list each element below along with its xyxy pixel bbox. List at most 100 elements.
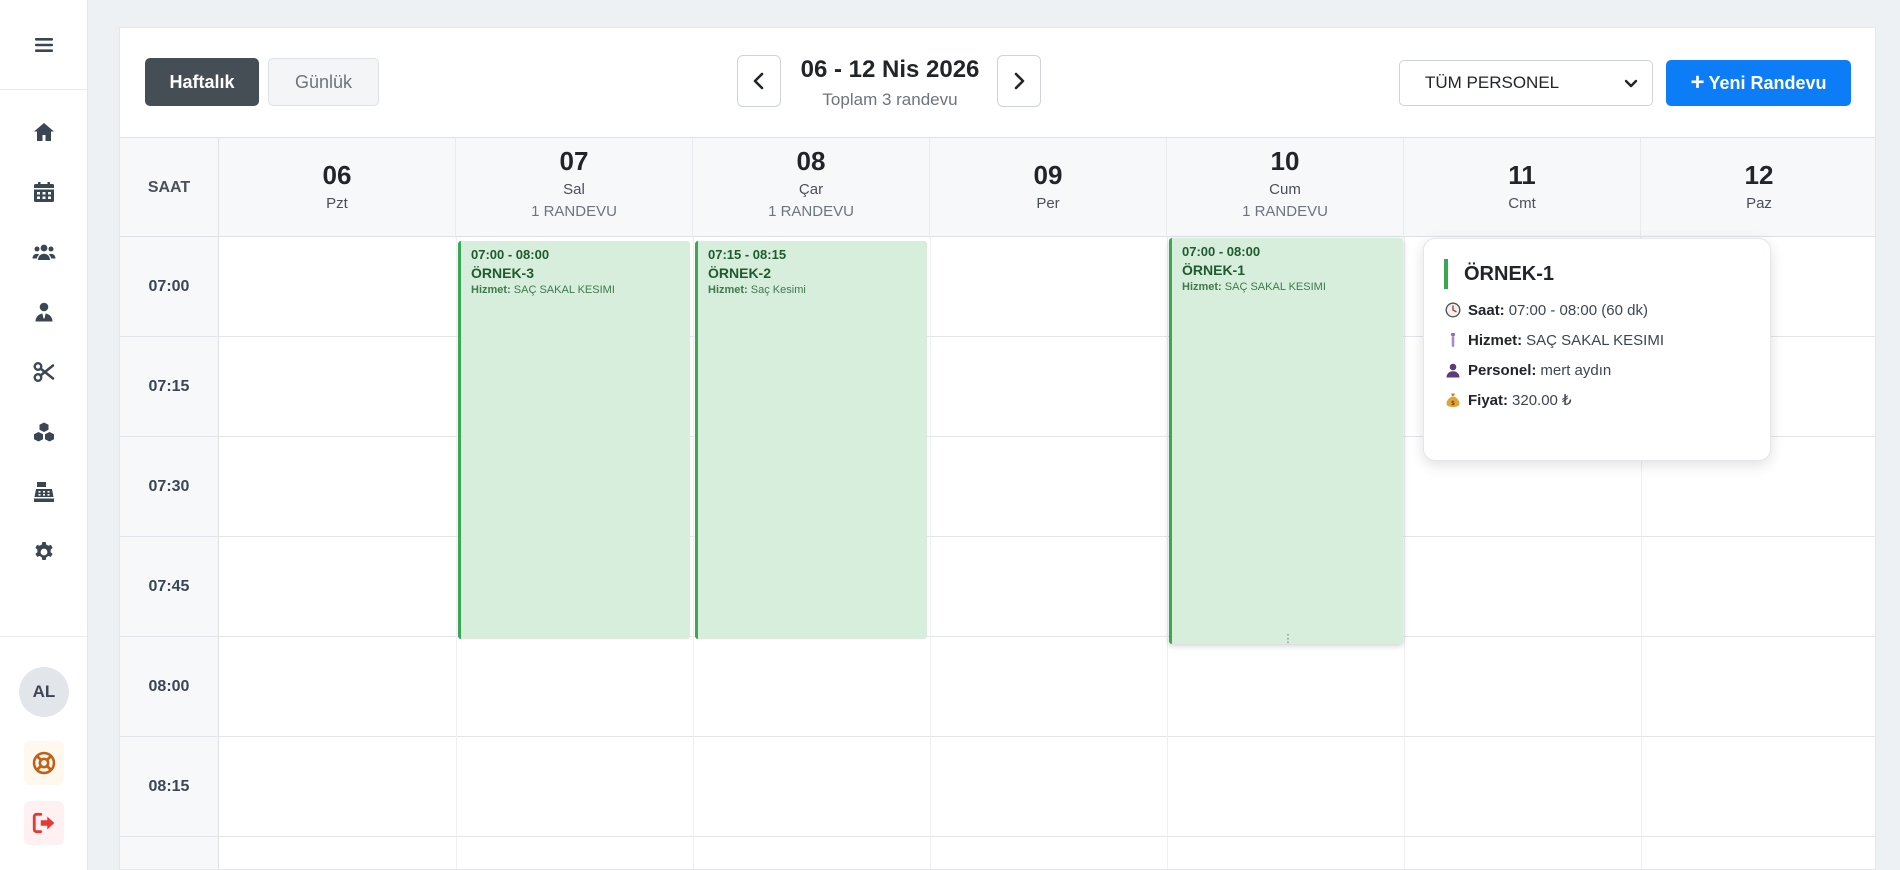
time-slot-label: 07:30 <box>120 437 218 537</box>
day-number: 09 <box>1033 160 1063 190</box>
new-appointment-label: Yeni Randevu <box>1708 72 1827 93</box>
appointment-time: 07:00 - 08:00 <box>1182 244 1261 259</box>
calendar-icon <box>34 182 54 202</box>
money-bag-icon: $ <box>1444 391 1462 409</box>
time-slot-label: 07:00 <box>120 237 218 337</box>
appointment-title: ÖRNEK-3 <box>471 265 535 281</box>
chevron-right-icon <box>1014 72 1025 90</box>
sidebar-item-home[interactable] <box>0 102 88 162</box>
day-number: 08 <box>796 146 826 176</box>
appointment-card[interactable]: 07:15 - 08:15 ÖRNEK-2 Hizmet: Saç Kesimi <box>695 241 927 639</box>
day-name: Cum <box>1269 181 1301 198</box>
sidebar-item-staff[interactable] <box>0 282 88 342</box>
service-label: Hizmet: <box>708 284 748 296</box>
service-label: Hizmet: <box>1182 281 1222 293</box>
hamburger-icon[interactable] <box>33 35 55 55</box>
sidebar-item-calendar[interactable] <box>0 162 88 222</box>
sidebar-item-cash-register[interactable] <box>0 462 88 522</box>
daily-view-button[interactable]: Günlük <box>268 58 379 106</box>
user-tie-icon <box>35 302 53 322</box>
grid-line <box>1404 237 1405 869</box>
day-number: 11 <box>1508 160 1536 190</box>
calendar-card: Haftalık Günlük 06 - 12 Nis 2026 Toplam … <box>119 27 1876 870</box>
day-appointment-count: 1 RANDEVU <box>1242 203 1328 220</box>
appointment-title: ÖRNEK-2 <box>708 265 772 281</box>
day-header-07[interactable]: 07 Sal 1 RANDEVU <box>456 138 693 238</box>
day-name: Paz <box>1746 195 1772 212</box>
day-number: 07 <box>559 146 589 176</box>
day-appointment-count: 1 RANDEVU <box>531 203 617 220</box>
week-grid: SAAT 06 Pzt 07 Sal 1 RANDEVU 08 Çar 1 RA… <box>120 137 1875 869</box>
grid-line <box>930 237 931 869</box>
sidebar: AL <box>0 0 88 870</box>
appointment-time: 07:00 - 08:00 <box>471 247 550 262</box>
day-name: Per <box>1036 195 1060 212</box>
boxes-icon <box>34 422 54 442</box>
day-header-10[interactable]: 10 Cum 1 RANDEVU <box>1167 138 1404 238</box>
weekly-view-button[interactable]: Haftalık <box>145 58 259 106</box>
time-slot-label: 07:45 <box>120 537 218 637</box>
appointment-card[interactable]: 07:00 - 08:00 ÖRNEK-1 Hizmet: SAÇ SAKAL … <box>1169 238 1403 645</box>
day-header-12[interactable]: 12 Paz <box>1641 138 1875 238</box>
appointment-card[interactable]: 07:00 - 08:00 ÖRNEK-3 Hizmet: SAÇ SAKAL … <box>458 241 690 639</box>
day-header-06[interactable]: 06 Pzt <box>219 138 456 238</box>
time-slot-label: 08:00 <box>120 637 218 737</box>
avatar[interactable]: AL <box>19 667 69 717</box>
sign-out-icon <box>32 812 55 834</box>
svg-text:$: $ <box>1451 400 1455 407</box>
grid-line <box>693 237 694 869</box>
appointment-title: ÖRNEK-1 <box>1182 262 1246 278</box>
day-header-09[interactable]: 09 Per <box>930 138 1167 238</box>
service-label: Hizmet: <box>471 284 511 296</box>
sidebar-header <box>0 0 87 90</box>
logout-button[interactable] <box>24 801 64 845</box>
day-number: 10 <box>1270 146 1300 176</box>
day-number: 12 <box>1744 160 1774 190</box>
tooltip-price-row: $ Fiyat: 320.00 ₺ <box>1444 391 1750 409</box>
service-name: SAÇ SAKAL KESIMI <box>513 284 615 296</box>
life-ring-icon <box>32 751 56 775</box>
sidebar-item-settings[interactable] <box>0 522 88 582</box>
sidebar-item-products[interactable] <box>0 402 88 462</box>
sidebar-nav <box>0 90 87 582</box>
tooltip-value: mert aydın <box>1540 361 1612 379</box>
person-icon <box>1444 361 1462 379</box>
cash-register-icon <box>34 482 54 502</box>
home-icon <box>34 123 54 141</box>
time-slot-label: 08:15 <box>120 737 218 837</box>
users-icon <box>32 244 56 260</box>
help-button[interactable] <box>24 741 64 785</box>
tooltip-value: SAÇ SAKAL KESIMI <box>1526 331 1664 349</box>
next-week-button[interactable] <box>997 55 1041 107</box>
tooltip-value: 320.00 ₺ <box>1512 392 1572 409</box>
appointment-tooltip: ÖRNEK-1 Saat: 07:00 - 08:00 (60 dk) Hizm… <box>1423 238 1771 461</box>
clock-icon <box>1444 301 1462 319</box>
staff-filter-value: TÜM PERSONEL <box>1425 73 1560 92</box>
calendar-toolbar: Haftalık Günlük 06 - 12 Nis 2026 Toplam … <box>120 28 1875 138</box>
grid-line <box>219 736 1875 737</box>
new-appointment-button[interactable]: + Yeni Randevu <box>1666 60 1851 106</box>
staff-filter-select[interactable]: TÜM PERSONEL <box>1399 60 1653 106</box>
day-header-08[interactable]: 08 Çar 1 RANDEVU <box>693 138 930 238</box>
service-icon <box>1444 331 1462 349</box>
week-header: SAAT 06 Pzt 07 Sal 1 RANDEVU 08 Çar 1 RA… <box>120 137 1875 238</box>
tooltip-title: ÖRNEK-1 <box>1444 259 1750 289</box>
grid-line <box>219 836 1875 837</box>
sidebar-item-services[interactable] <box>0 342 88 402</box>
appointment-service: Hizmet: SAÇ SAKAL KESIMI <box>1182 281 1393 293</box>
time-column-header: SAAT <box>120 138 219 238</box>
sidebar-item-customers[interactable] <box>0 222 88 282</box>
date-range-title: 06 - 12 Nis 2026 <box>800 56 980 83</box>
day-number: 06 <box>322 160 352 190</box>
day-header-11[interactable]: 11 Cmt <box>1404 138 1641 238</box>
grid-line <box>456 237 457 869</box>
grid-line <box>1167 237 1168 869</box>
tooltip-value: 07:00 - 08:00 (60 dk) <box>1508 301 1648 319</box>
time-column: 07:00 07:15 07:30 07:45 08:00 08:15 <box>120 237 219 869</box>
day-appointment-count: 1 RANDEVU <box>768 203 854 220</box>
week-body: 07:00 07:15 07:30 07:45 08:00 08:15 07:0… <box>120 237 1875 869</box>
resize-handle[interactable]: ⋮ <box>1283 634 1294 645</box>
appointment-service: Hizmet: Saç Kesimi <box>708 284 917 296</box>
previous-week-button[interactable] <box>737 55 781 107</box>
service-name: Saç Kesimi <box>750 284 806 296</box>
